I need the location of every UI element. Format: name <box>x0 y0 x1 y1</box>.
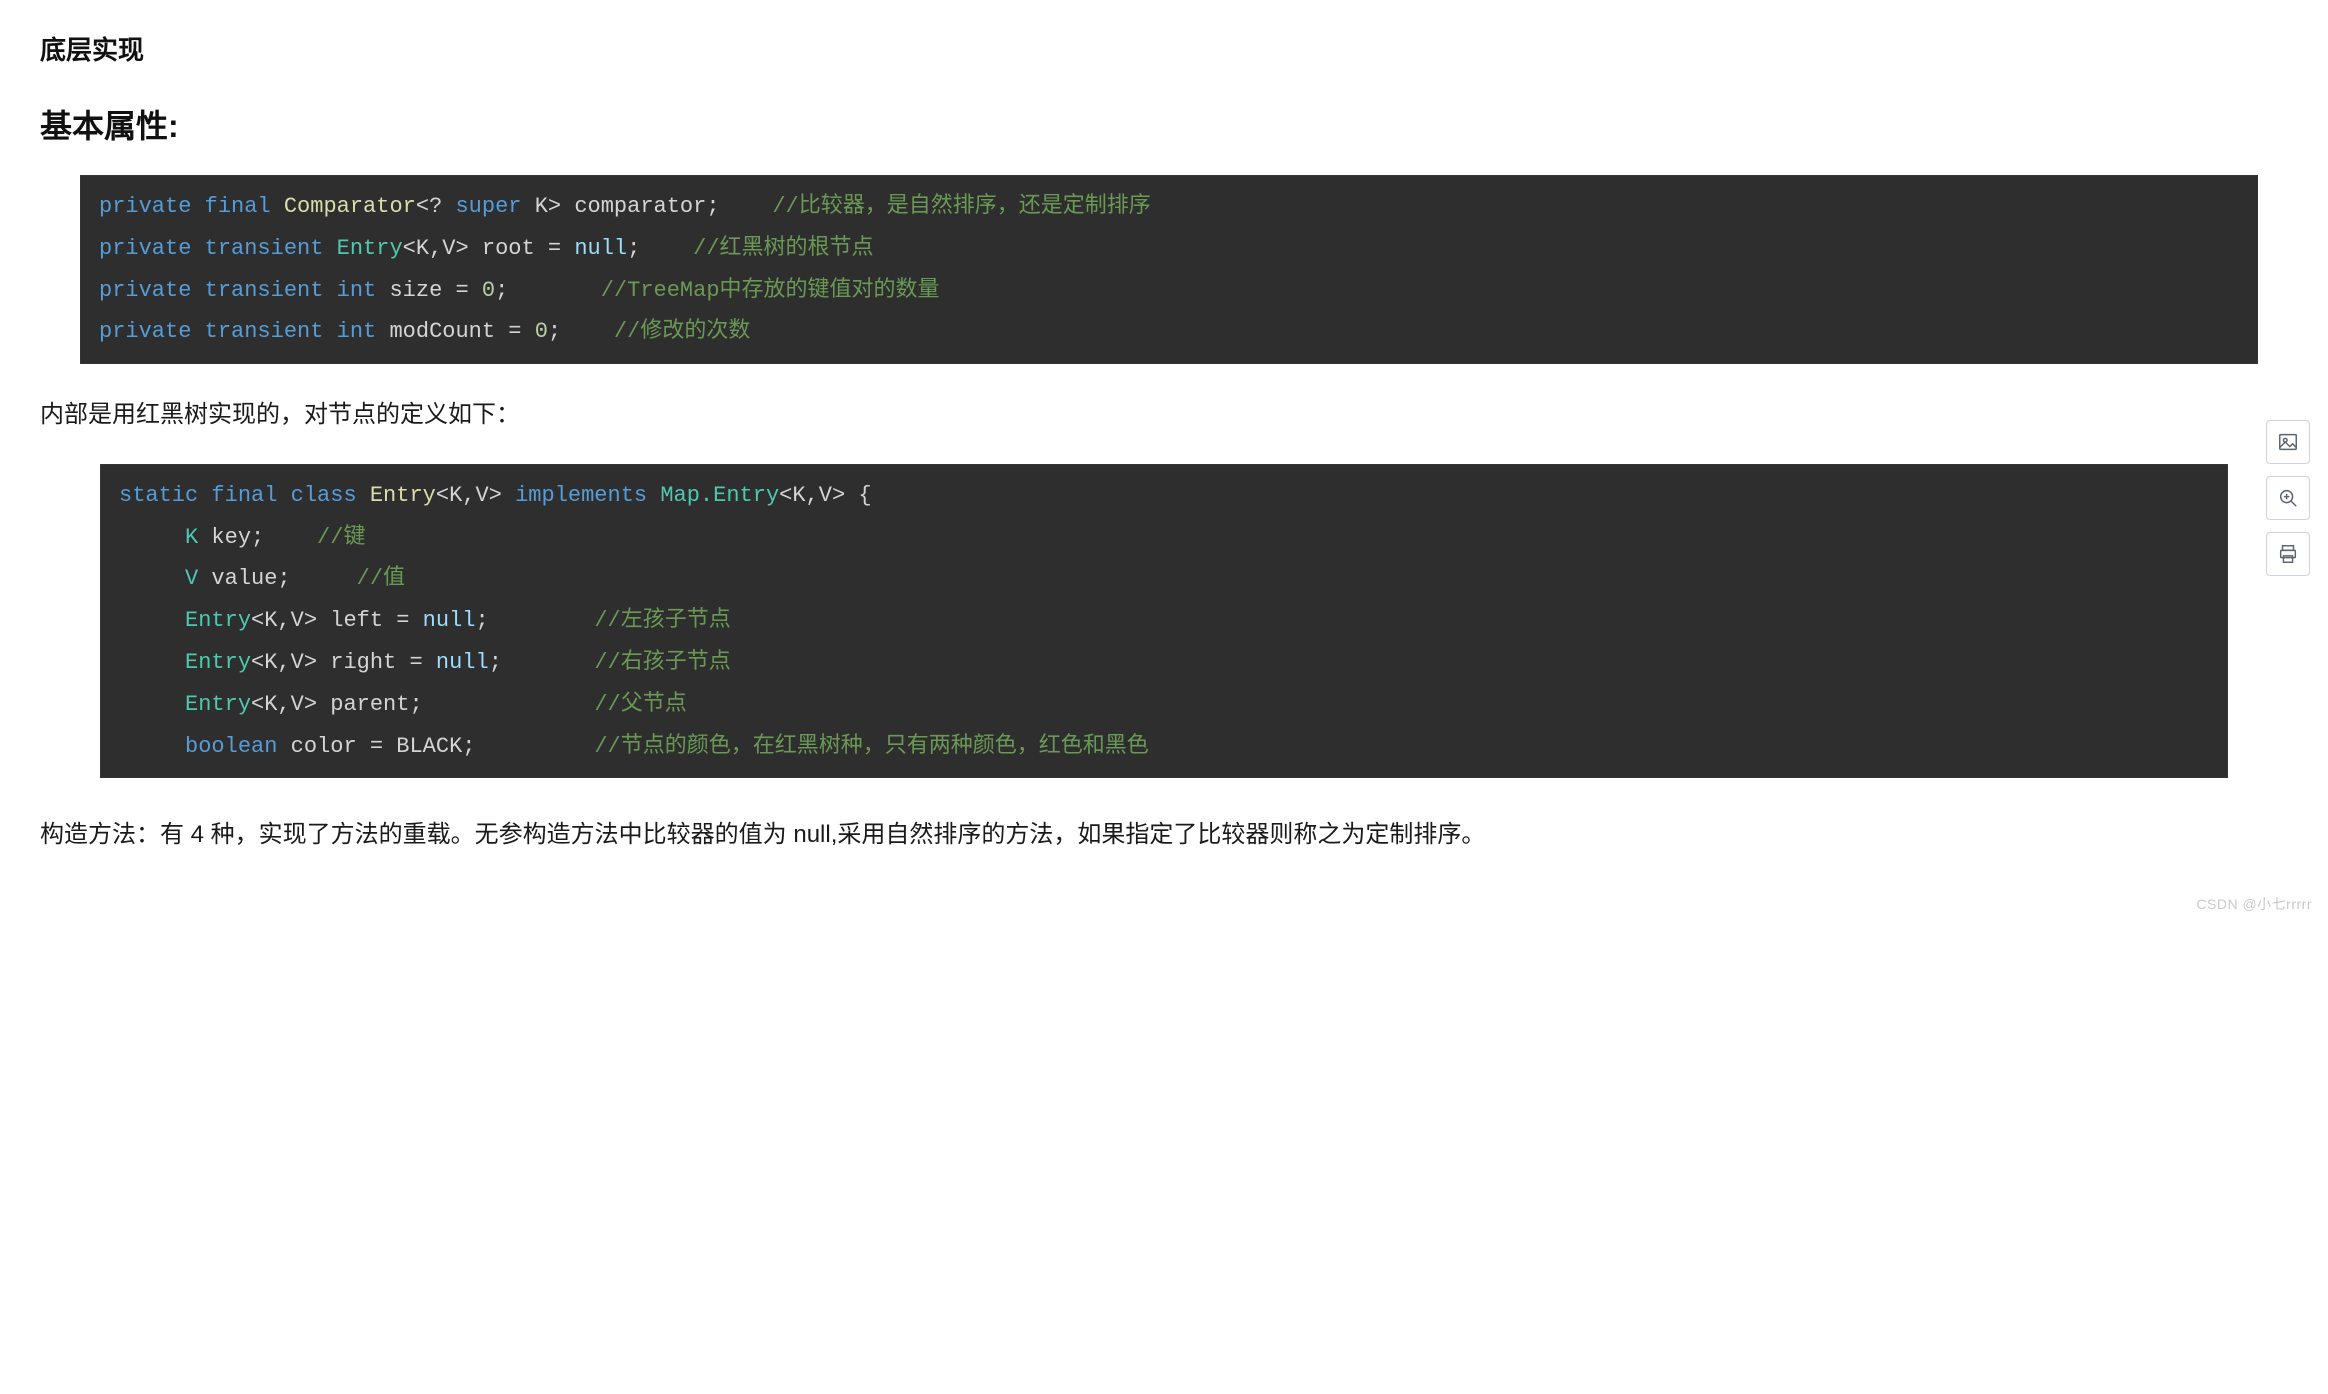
kw: implements <box>515 483 647 508</box>
null: null <box>574 236 627 261</box>
type: Entry <box>185 608 251 633</box>
comment: //左孩子节点 <box>594 608 730 633</box>
sym: <? <box>416 194 442 219</box>
comment: //红黑树的根节点 <box>693 236 873 261</box>
sym: K> <box>535 194 561 219</box>
comment: //值 <box>357 566 405 591</box>
sym: { <box>858 483 871 508</box>
sym: ; <box>627 236 640 261</box>
image-tool-button[interactable] <box>2266 420 2310 464</box>
sym: <K,V> <box>779 483 845 508</box>
kw: final <box>211 483 277 508</box>
type: V <box>185 566 198 591</box>
sym: <K,V> <box>251 608 317 633</box>
ident: left = <box>330 608 409 633</box>
ident: parent; <box>330 692 422 717</box>
null: null <box>423 608 476 633</box>
kw: private <box>99 236 191 261</box>
kw: int <box>337 319 377 344</box>
side-toolbar <box>2266 420 2314 576</box>
paragraph-constructor: 构造方法：有 4 种，实现了方法的重载。无参构造方法中比较器的值为 null,采… <box>40 812 2288 858</box>
subsection-title: 基本属性: <box>40 101 2288 147</box>
kw: class <box>291 483 357 508</box>
type: Comparator <box>284 194 416 219</box>
ident: comparator; <box>574 194 719 219</box>
ident: size = <box>389 278 468 303</box>
print-icon <box>2277 543 2299 565</box>
kw: private <box>99 278 191 303</box>
watermark: CSDN @小七rrrrr <box>2196 894 2312 914</box>
kw: transient <box>205 319 324 344</box>
sym: <K,V> <box>403 236 469 261</box>
section-title: 底层实现 <box>40 30 2288 67</box>
num: 0 <box>482 278 495 303</box>
type: Entry <box>370 483 436 508</box>
ident: modCount = <box>389 319 521 344</box>
null: null <box>436 650 489 675</box>
sym: ; <box>548 319 561 344</box>
ident: key; <box>211 525 264 550</box>
kw: transient <box>205 236 324 261</box>
type: Entry <box>337 236 403 261</box>
comment: //TreeMap中存放的键值对的数量 <box>601 278 940 303</box>
ident: color = BLACK; <box>291 734 476 759</box>
comment: //修改的次数 <box>614 319 750 344</box>
type: Entry <box>185 650 251 675</box>
code-block-entry: static final class Entry<K,V> implements… <box>100 464 2228 779</box>
zoom-in-icon <box>2277 487 2299 509</box>
ident: value; <box>211 566 290 591</box>
zoom-in-button[interactable] <box>2266 476 2310 520</box>
paragraph-node-def: 内部是用红黑树实现的，对节点的定义如下： <box>40 392 2288 438</box>
comment: //右孩子节点 <box>594 650 730 675</box>
ident: right = <box>330 650 422 675</box>
sym: ; <box>489 650 502 675</box>
kw: boolean <box>185 734 277 759</box>
comment: //节点的颜色，在红黑树种，只有两种颜色，红色和黑色 <box>594 734 1148 759</box>
comment: //父节点 <box>594 692 686 717</box>
comment: //比较器，是自然排序，还是定制排序 <box>772 194 1150 219</box>
kw: final <box>205 194 271 219</box>
sym: ; <box>475 608 488 633</box>
comment: //键 <box>317 525 365 550</box>
image-icon <box>2277 431 2299 453</box>
type: Map.Entry <box>660 483 779 508</box>
print-button[interactable] <box>2266 532 2310 576</box>
kw: transient <box>205 278 324 303</box>
num: 0 <box>535 319 548 344</box>
type: Entry <box>185 692 251 717</box>
type: K <box>185 525 198 550</box>
kw: static <box>119 483 198 508</box>
kw: private <box>99 194 191 219</box>
sym: ; <box>495 278 508 303</box>
kw: super <box>455 194 521 219</box>
kw: private <box>99 319 191 344</box>
ident: root = <box>482 236 561 261</box>
sym: <K,V> <box>251 650 317 675</box>
sym: <K,V> <box>436 483 502 508</box>
kw: int <box>337 278 377 303</box>
code-block-properties: private final Comparator<? super K> comp… <box>80 175 2258 364</box>
sym: <K,V> <box>251 692 317 717</box>
